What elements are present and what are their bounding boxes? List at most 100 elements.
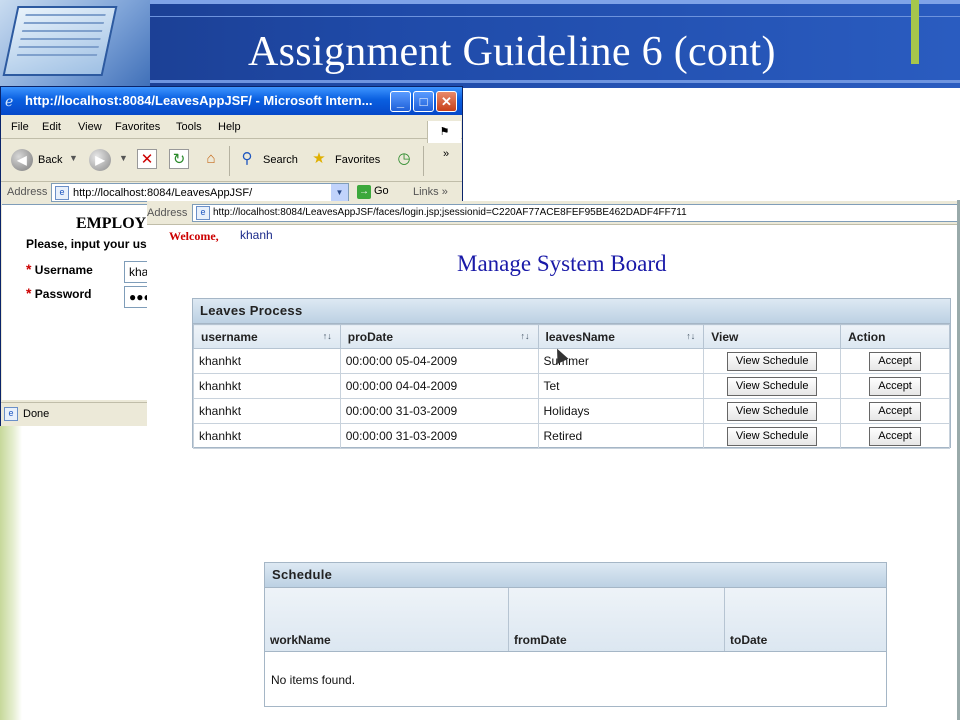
cell-action: Accept: [840, 348, 950, 374]
leaves-panel-title: Leaves Process: [193, 299, 950, 324]
leaves-table-header: username ↑↓ proDate ↑↓ leavesName ↑↓ View A…: [193, 324, 950, 349]
cell-action: Accept: [840, 373, 950, 399]
cell-view: View Schedule: [703, 373, 842, 399]
sort-icon[interactable]: ↑↓: [521, 331, 530, 341]
toolbar-separator: [229, 146, 230, 176]
cell-username: khanhkt: [193, 398, 341, 424]
links-button[interactable]: Links »: [413, 186, 448, 198]
address-value: http://localhost:8084/LeavesAppJSF/: [73, 187, 253, 199]
accept-button[interactable]: Accept: [869, 376, 921, 396]
front-page-icon: e: [196, 206, 210, 220]
accent-bar: [911, 0, 919, 64]
ie-logo-icon: ℯ: [5, 93, 14, 109]
maximize-button[interactable]: □: [413, 91, 434, 112]
accept-button[interactable]: Accept: [869, 426, 921, 446]
close-button[interactable]: ✕: [436, 91, 457, 112]
cell-view: View Schedule: [703, 398, 842, 424]
menu-tools[interactable]: Tools: [176, 121, 202, 133]
col-workname: workName: [265, 588, 509, 651]
go-button[interactable]: → Go: [357, 185, 389, 199]
cell-action: Accept: [840, 423, 950, 449]
address-dropdown-icon[interactable]: ▼: [331, 184, 348, 201]
cell-view: View Schedule: [703, 348, 842, 374]
col-leavesname[interactable]: leavesName ↑↓: [537, 324, 705, 349]
menu-file[interactable]: File: [11, 121, 29, 133]
toolbar-separator-2: [423, 146, 424, 176]
cell-username: khanhkt: [193, 423, 341, 449]
cell-prodate: 00:00:00 31-03-2009: [339, 398, 539, 424]
password-label: * Password: [26, 285, 92, 301]
current-username: khanh: [240, 228, 273, 242]
menu-bar: File Edit View Favorites Tools Help ⚑: [1, 117, 462, 143]
forward-dropdown-icon[interactable]: ▼: [119, 153, 128, 163]
favorites-star-icon[interactable]: ★: [309, 149, 329, 169]
status-text: Done: [23, 408, 50, 420]
sort-icon[interactable]: ↑↓: [323, 331, 332, 341]
favorites-button-label[interactable]: Favorites: [335, 154, 380, 166]
header-rule-top: [150, 0, 960, 4]
stop-icon[interactable]: ✕: [137, 149, 157, 169]
view-schedule-button[interactable]: View Schedule: [726, 426, 818, 446]
search-icon[interactable]: ⚲: [237, 149, 257, 169]
menu-edit[interactable]: Edit: [42, 121, 61, 133]
header-rule-bottom: [150, 80, 960, 83]
menu-favorites[interactable]: Favorites: [115, 121, 160, 133]
login-instruction: Please, input your use: [26, 237, 154, 251]
sort-icon[interactable]: ↑↓: [686, 331, 695, 341]
cell-prodate: 00:00:00 04-04-2009: [339, 373, 539, 399]
back-button-label[interactable]: Back: [38, 154, 62, 166]
col-prodate[interactable]: proDate ↑↓: [339, 324, 539, 349]
schedule-table-header: workName fromDate toDate: [265, 588, 886, 652]
accept-button[interactable]: Accept: [869, 351, 921, 371]
corner-monitor-image: [0, 0, 150, 88]
table-row: khanhkt 00:00:00 05-04-2009 Summer View …: [193, 348, 950, 374]
table-row: khanhkt 00:00:00 31-03-2009 Retired View…: [193, 423, 950, 449]
links-overflow: »: [441, 186, 448, 198]
home-icon[interactable]: ⌂: [201, 149, 221, 169]
front-address-label: Address: [147, 207, 188, 219]
cell-leavesname: Tet: [537, 373, 705, 399]
menu-help[interactable]: Help: [218, 121, 241, 133]
accept-button[interactable]: Accept: [869, 401, 921, 421]
toolbar-overflow[interactable]: »: [443, 148, 449, 160]
schedule-panel: Schedule workName fromDate toDate No ite…: [264, 562, 887, 707]
menu-view[interactable]: View: [78, 121, 102, 133]
minimize-button[interactable]: _: [390, 91, 411, 112]
username-label: * Username: [26, 261, 93, 277]
forward-arrow-icon[interactable]: ▶: [89, 149, 111, 171]
col-view: View: [703, 324, 842, 349]
empty-message: No items found.: [271, 673, 356, 687]
back-arrow-icon[interactable]: ◀: [11, 149, 33, 171]
schedule-panel-title: Schedule: [265, 563, 886, 588]
col-action: Action: [840, 324, 950, 349]
leaves-process-panel: Leaves Process username ↑↓ proDate ↑↓ leav…: [192, 298, 951, 449]
ie-window-title: http://localhost:8084/LeavesAppJSF/ - Mi…: [25, 93, 373, 108]
back-dropdown-icon[interactable]: ▼: [69, 153, 78, 163]
cell-username: khanhkt: [193, 348, 341, 374]
table-row: khanhkt 00:00:00 31-03-2009 Holidays Vie…: [193, 398, 950, 424]
view-schedule-button[interactable]: View Schedule: [726, 376, 818, 396]
history-icon[interactable]: ◷: [394, 149, 414, 169]
table-row: khanhkt 00:00:00 04-04-2009 Tet View Sch…: [193, 373, 950, 399]
page-icon: e: [55, 186, 69, 200]
refresh-icon[interactable]: ↻: [169, 149, 189, 169]
address-input[interactable]: e http://localhost:8084/LeavesAppJSF/ ▼: [51, 183, 349, 202]
ie-titlebar[interactable]: ℯ http://localhost:8084/LeavesAppJSF/ - …: [1, 87, 462, 115]
cell-prodate: 00:00:00 31-03-2009: [339, 423, 539, 449]
col-todate: toDate: [725, 588, 886, 651]
view-schedule-button[interactable]: View Schedule: [726, 401, 818, 421]
address-label: Address: [7, 186, 48, 198]
ie-toolbar: ◀ Back ▼ ▶ ▼ ✕ ↻ ⌂ ⚲ Search ★ Favorites …: [1, 140, 462, 182]
front-address-value: http://localhost:8084/LeavesAppJSF/faces…: [213, 207, 687, 218]
cell-prodate: 00:00:00 05-04-2009: [339, 348, 539, 374]
go-arrow-icon: →: [357, 185, 371, 199]
board-title: Manage System Board: [457, 251, 667, 276]
front-address-input[interactable]: e http://localhost:8084/LeavesAppJSF/fac…: [192, 204, 958, 222]
search-button-label[interactable]: Search: [263, 154, 298, 166]
view-schedule-button[interactable]: View Schedule: [726, 351, 818, 371]
go-label: Go: [374, 185, 389, 197]
header-rule-thin: [150, 16, 960, 17]
col-username[interactable]: username ↑↓: [193, 324, 341, 349]
leaves-table: username ↑↓ proDate ↑↓ leavesName ↑↓ View A…: [193, 324, 950, 449]
ie-address-bar: Address e http://localhost:8084/LeavesAp…: [1, 183, 462, 203]
